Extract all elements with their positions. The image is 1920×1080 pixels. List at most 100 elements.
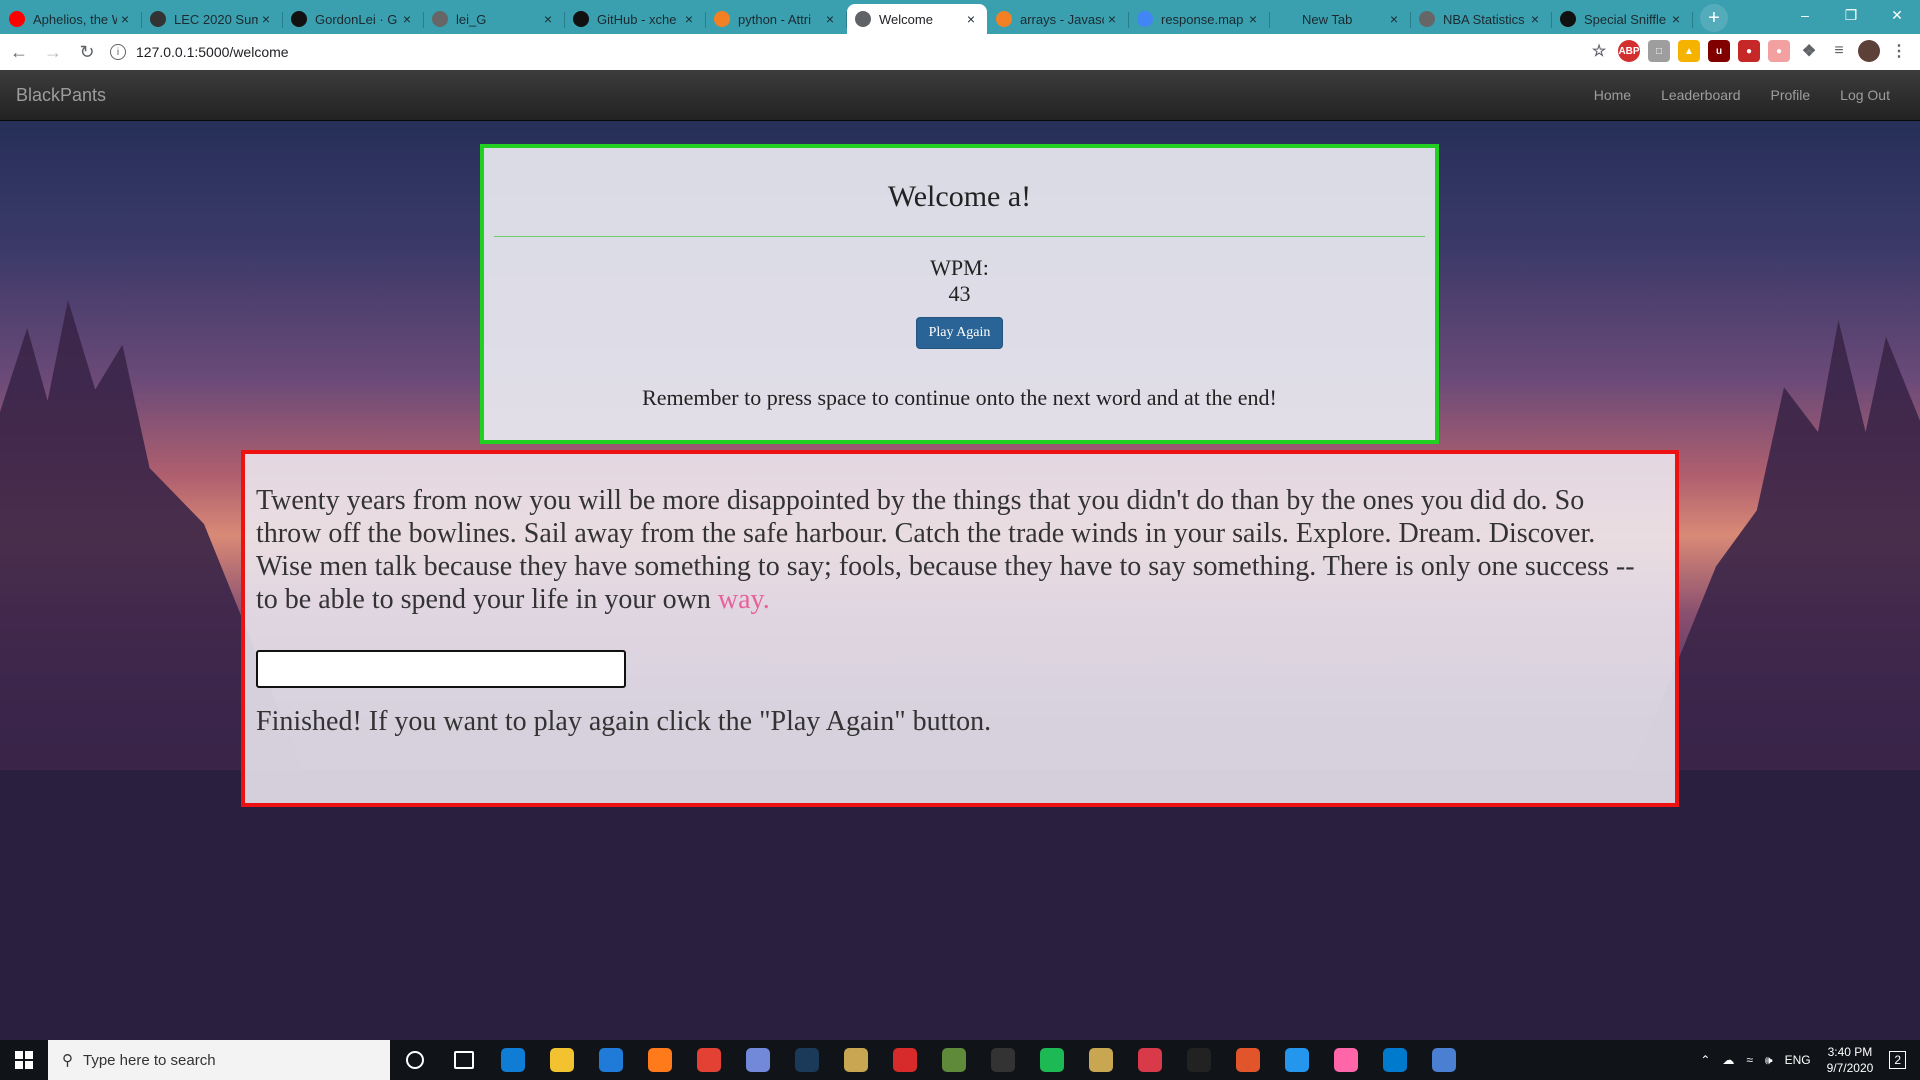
- nav-profile[interactable]: Profile: [1755, 87, 1825, 103]
- file-explorer-icon[interactable]: [537, 1040, 586, 1080]
- browser-tab[interactable]: NBA Statistics ×: [1411, 4, 1552, 34]
- close-tab-icon[interactable]: ×: [822, 11, 838, 27]
- steam-icon[interactable]: [782, 1040, 831, 1080]
- github-icon: [573, 11, 589, 27]
- edge-icon[interactable]: [488, 1040, 537, 1080]
- discord-icon[interactable]: [733, 1040, 782, 1080]
- browser-tab[interactable]: python - Attri ×: [706, 4, 847, 34]
- browser-tab[interactable]: GitHub - xche ×: [565, 4, 706, 34]
- riot-icon[interactable]: [978, 1040, 1027, 1080]
- extension-icon[interactable]: ●: [1768, 40, 1790, 62]
- new-tab-button[interactable]: +: [1700, 4, 1728, 32]
- minimize-icon[interactable]: –: [1782, 0, 1828, 30]
- browser-tab-strip: Aphelios, the W × LEC 2020 Sum × GordonLei ·…: [0, 0, 1920, 34]
- tray-chevron-icon[interactable]: ⌃: [1700, 1053, 1710, 1067]
- restore-icon[interactable]: ❐: [1828, 0, 1874, 30]
- pen-icon[interactable]: [1223, 1040, 1272, 1080]
- windows-icon: [15, 1051, 33, 1069]
- adblock-icon[interactable]: ABP: [1618, 40, 1640, 62]
- browser-tab[interactable]: lei_G ×: [424, 4, 565, 34]
- close-tab-icon[interactable]: ×: [1245, 11, 1261, 27]
- menu-icon[interactable]: ⋮: [1888, 40, 1910, 62]
- avatar[interactable]: [1858, 40, 1880, 62]
- task-view-icon[interactable]: [439, 1040, 488, 1080]
- language-indicator[interactable]: ENG: [1785, 1053, 1811, 1067]
- finished-message: Finished! If you want to play again clic…: [256, 706, 992, 737]
- close-tab-icon[interactable]: ×: [117, 11, 133, 27]
- site-info-icon[interactable]: i: [110, 44, 126, 60]
- taskbar-search[interactable]: ⚲ Type here to search: [48, 1040, 390, 1080]
- browser-tab[interactable]: Welcome ×: [847, 4, 987, 34]
- github-icon: [291, 11, 307, 27]
- minecraft-icon[interactable]: [929, 1040, 978, 1080]
- league-client-icon[interactable]: [1076, 1040, 1125, 1080]
- github-icon: [1560, 11, 1576, 27]
- close-tab-icon[interactable]: ×: [540, 11, 556, 27]
- shield-icon[interactable]: ●: [1738, 40, 1760, 62]
- typing-input[interactable]: [256, 650, 626, 688]
- notifications-icon[interactable]: 2: [1889, 1051, 1906, 1069]
- volume-icon[interactable]: 🕪: [1765, 1053, 1773, 1068]
- reading-list-icon[interactable]: ≡: [1828, 40, 1850, 62]
- forward-icon[interactable]: →: [38, 37, 68, 67]
- browser-tab[interactable]: response.map ×: [1129, 4, 1270, 34]
- google-icon: [1137, 11, 1153, 27]
- bookmark-star-icon[interactable]: ☆: [1588, 40, 1610, 62]
- extension-icon[interactable]: □: [1648, 40, 1670, 62]
- terminal-icon[interactable]: [1174, 1040, 1223, 1080]
- tab-label: New Tab: [1302, 11, 1353, 27]
- onedrive-icon[interactable]: ☁: [1722, 1053, 1734, 1067]
- browser-tab[interactable]: GordonLei · G ×: [283, 4, 424, 34]
- address-bar[interactable]: i 127.0.0.1:5000/welcome: [110, 37, 1560, 67]
- result-panel: Welcome a! WPM: 43 Play Again Remember t…: [480, 144, 1439, 444]
- taskbar-apps: [390, 1040, 1468, 1080]
- browser-tab[interactable]: Aphelios, the W ×: [1, 4, 142, 34]
- clock[interactable]: 3:40 PM 9/7/2020: [1827, 1044, 1874, 1076]
- nav-home[interactable]: Home: [1579, 87, 1646, 103]
- reload-icon[interactable]: ↻: [72, 37, 102, 67]
- close-tab-icon[interactable]: ×: [399, 11, 415, 27]
- browser-tab[interactable]: Special Sniffle ×: [1552, 4, 1693, 34]
- firefox-icon[interactable]: [635, 1040, 684, 1080]
- cortana-icon[interactable]: [390, 1040, 439, 1080]
- close-tab-icon[interactable]: ×: [963, 11, 979, 27]
- league-icon[interactable]: [831, 1040, 880, 1080]
- nav-logout[interactable]: Log Out: [1825, 87, 1905, 103]
- brand-link[interactable]: BlackPants: [16, 85, 106, 106]
- tab-label: arrays - Javasc: [1020, 11, 1104, 27]
- globe-icon: [855, 11, 871, 27]
- browser-tab[interactable]: LEC 2020 Sum ×: [142, 4, 283, 34]
- start-button[interactable]: [0, 1040, 48, 1080]
- puzzle-icon[interactable]: ❖: [1798, 40, 1820, 62]
- paint-icon[interactable]: [1419, 1040, 1468, 1080]
- quote-typed: Twenty years from now you will be more d…: [256, 485, 1635, 615]
- close-tab-icon[interactable]: ×: [1104, 11, 1120, 27]
- close-tab-icon[interactable]: ×: [681, 11, 697, 27]
- spotify-icon[interactable]: [1027, 1040, 1076, 1080]
- play-again-button[interactable]: Play Again: [915, 317, 1004, 349]
- close-tab-icon[interactable]: ×: [1386, 11, 1402, 27]
- vscode-icon[interactable]: [1370, 1040, 1419, 1080]
- adobe-icon[interactable]: [880, 1040, 929, 1080]
- back-icon[interactable]: ←: [4, 37, 34, 67]
- network-icon[interactable]: ≈: [1746, 1053, 1753, 1067]
- ublock-icon[interactable]: u: [1708, 40, 1730, 62]
- valorant-icon[interactable]: [1125, 1040, 1174, 1080]
- nav-leaderboard[interactable]: Leaderboard: [1646, 87, 1755, 103]
- browser-tab[interactable]: arrays - Javasc ×: [988, 4, 1129, 34]
- close-window-icon[interactable]: ✕: [1874, 0, 1920, 30]
- browser-tab[interactable]: New Tab ×: [1270, 4, 1411, 34]
- chrome-icon[interactable]: [684, 1040, 733, 1080]
- docker-icon[interactable]: [1272, 1040, 1321, 1080]
- blank-icon: [1278, 11, 1294, 27]
- tab-label: python - Attri: [738, 11, 811, 27]
- tab-label: LEC 2020 Sum: [174, 11, 258, 27]
- close-tab-icon[interactable]: ×: [258, 11, 274, 27]
- search-icon: ⚲: [62, 1052, 73, 1069]
- mail-icon[interactable]: [586, 1040, 635, 1080]
- url-text: 127.0.0.1:5000/welcome: [136, 44, 289, 60]
- close-tab-icon[interactable]: ×: [1527, 11, 1543, 27]
- extension-icon[interactable]: ▲: [1678, 40, 1700, 62]
- osu-icon[interactable]: [1321, 1040, 1370, 1080]
- close-tab-icon[interactable]: ×: [1668, 11, 1684, 27]
